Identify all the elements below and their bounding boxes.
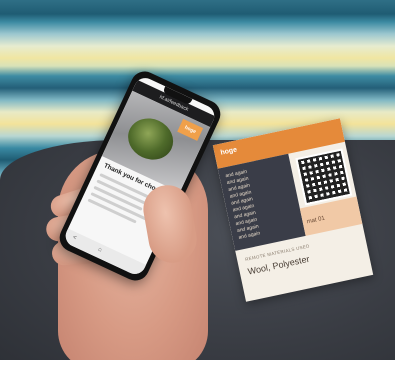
photo-scene: hoge and again and again and again and a… [0, 0, 395, 371]
back-icon[interactable]: < [72, 235, 78, 242]
home-icon[interactable]: ⌂ [97, 246, 103, 253]
qr-code [295, 148, 353, 206]
bottom-border [0, 360, 395, 371]
